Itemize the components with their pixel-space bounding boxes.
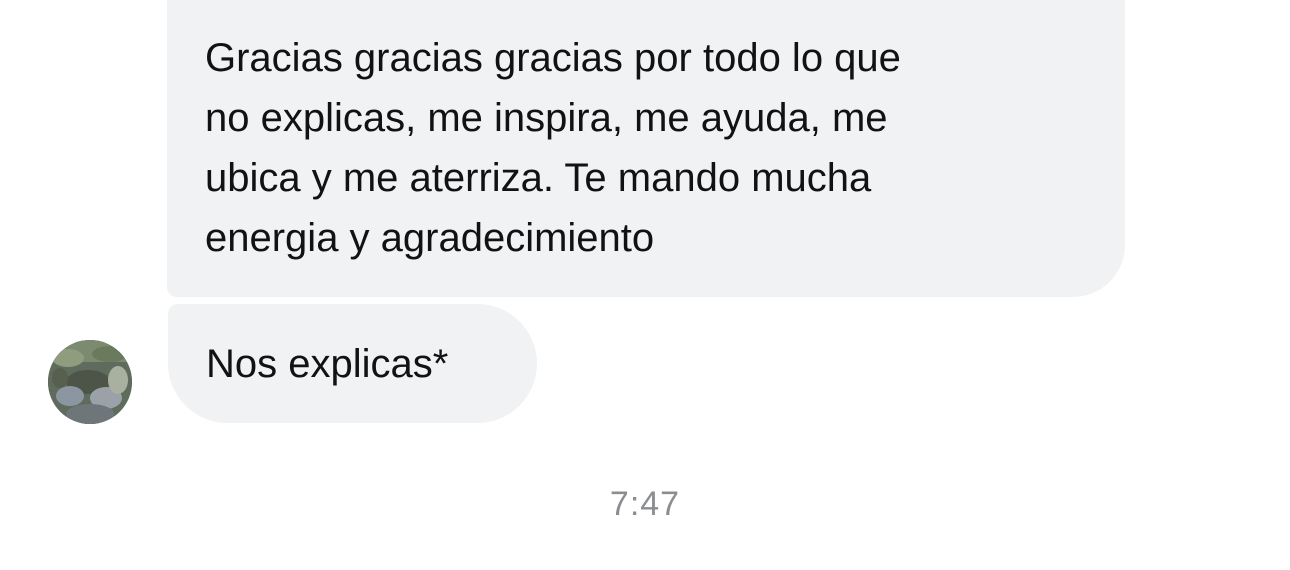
message-line: ubica y me aterriza. Te mando mucha (205, 156, 872, 200)
chat-thread: ello... informarme. Gracias gracias grac… (0, 0, 1290, 570)
message-line: Gracias gracias gracias por todo lo que (205, 36, 901, 80)
message-bubble[interactable]: Nos explicas* (168, 304, 537, 423)
message-text: Gracias gracias gracias por todo lo que … (205, 28, 901, 268)
contact-avatar-photo-icon (48, 340, 132, 424)
message-line: energia y agradecimiento (205, 216, 655, 260)
message-text: Nos explicas* (206, 341, 449, 386)
avatar[interactable] (48, 340, 132, 424)
message-line: no explicas, me inspira, me ayuda, me (205, 96, 888, 140)
message-line-partial: ello... informarme. (205, 0, 525, 12)
message-timestamp: 7:47 (609, 485, 681, 523)
message-bubble[interactable]: ello... informarme. Gracias gracias grac… (167, 0, 1125, 297)
